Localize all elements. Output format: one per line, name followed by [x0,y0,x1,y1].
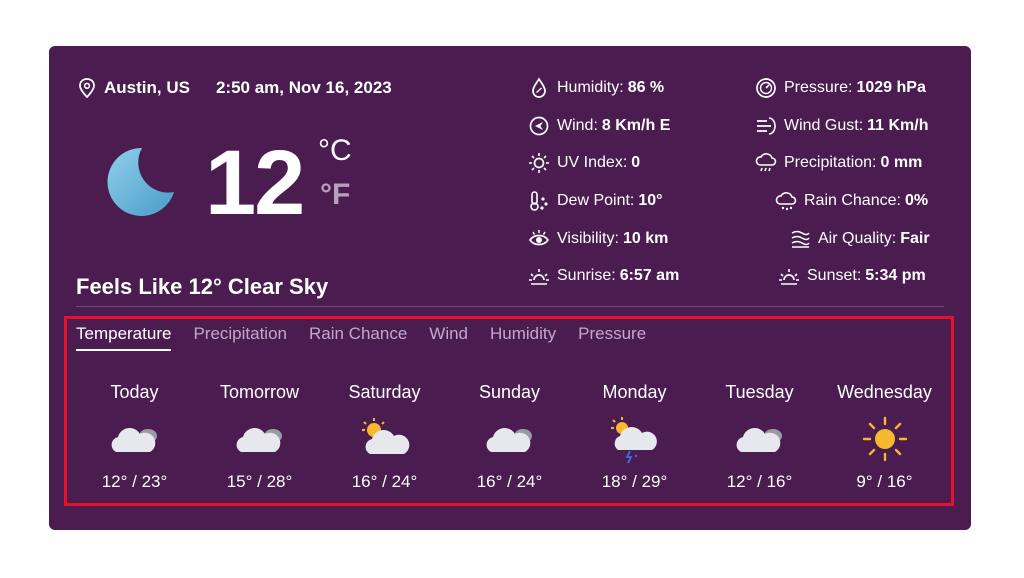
fahrenheit-toggle[interactable]: °F [320,178,350,212]
forecast-day: Tuesday 12° / 16° [697,382,822,492]
forecast-days: Today 12° / 23° Tomorrow 15° / 28° Satur… [72,382,948,492]
sunny-icon [862,416,907,462]
tab-rain-chance[interactable]: Rain Chance [309,324,407,351]
forecast-day: Tomorrow 15° / 28° [197,382,322,492]
tab-pressure[interactable]: Pressure [578,324,646,351]
forecast-day: Today 12° / 23° [72,382,197,492]
stat-label: Pressure: [784,79,853,96]
stat-value: 6:57 am [619,267,680,284]
partly-cloudy-icon [361,418,409,454]
stat-label: Sunset: [807,267,862,284]
date-time: 2:50 am, Nov 16, 2023 [215,78,392,97]
visibility-icon [528,230,550,246]
stat-label: UV Index: [557,154,628,171]
sunset-icon [779,269,799,285]
moon-icon [107,147,174,216]
feels-like-text: Feels Like 12° Clear Sky [76,274,329,299]
stat-label: Visibility: [557,230,619,247]
stat-label: Wind: [557,117,598,134]
air-quality-icon [791,230,810,248]
day-name: Tomorrow [219,382,299,402]
stat-precipitation: Precipitation: 0 mm [755,151,922,175]
location-pin-icon [79,78,95,98]
forecast-day: Sunday 16° / 24° [447,382,572,492]
temp-range: 18° / 29° [601,472,668,491]
stat-wind-gust: Wind Gust: 11 Km/h [755,114,929,138]
day-name: Tuesday [725,382,794,402]
stat-value: 10° [638,192,663,209]
stat-value: 1029 hPa [856,79,926,96]
temp-range: 16° / 24° [351,472,418,491]
forecast-tabs: Temperature Precipitation Rain Chance Wi… [76,324,668,351]
wind-icon [529,116,549,136]
stat-value: 86 % [627,79,665,96]
dew-point-icon [530,191,548,211]
forecast-day: Monday 18° / 29° [572,382,697,492]
day-name: Sunday [478,382,541,402]
stat-wind: Wind: 8 Km/h E [528,114,670,138]
day-name: Wednesday [837,382,932,402]
tab-humidity[interactable]: Humidity [490,324,556,351]
stat-pressure: Pressure: 1029 hPa [755,76,926,100]
stat-humidity: Humidity: 86 % [528,76,664,100]
temp-range: 16° / 24° [476,472,543,491]
stat-value: 11 Km/h [867,117,929,134]
uv-index-icon [529,153,549,173]
tab-wind[interactable]: Wind [429,324,468,351]
pressure-icon [756,78,776,98]
cloudy-icon [111,428,157,452]
stat-label: Wind Gust: [784,117,864,134]
day-name: Monday [602,382,667,402]
tab-temperature[interactable]: Temperature [76,324,172,351]
precipitation-icon [755,153,777,172]
forecast-day: Wednesday 9° / 16° [822,382,947,492]
stat-value: 8 Km/h E [601,117,671,134]
stat-value: 0 [631,154,641,171]
temp-range: 12° / 23° [101,472,168,491]
cloudy-icon [236,428,282,452]
wind-gust-icon [757,117,776,135]
sunrise-icon [529,269,549,285]
stat-sunrise: Sunrise: 6:57 am [528,264,679,288]
day-name: Saturday [348,382,421,402]
day-name: Today [110,382,159,402]
stat-label: Sunrise: [557,267,616,284]
stat-label: Rain Chance: [804,192,901,209]
stat-value: 10 km [622,230,669,247]
celsius-toggle[interactable]: °C [318,134,352,168]
rain-chance-icon [775,192,797,211]
stat-value: Fair [900,230,930,247]
stat-uv-index: UV Index: 0 [528,151,640,175]
current-temperature: 12 [205,132,305,234]
stat-air-quality: Air Quality: Fair [789,227,930,251]
cloudy-icon [486,428,532,452]
stat-sunset: Sunset: 5:34 pm [778,264,926,288]
temp-range: 9° / 16° [856,472,913,491]
location-name: Austin, US [104,78,190,97]
cloudy-icon [736,428,782,452]
thunderstorm-icon [610,417,657,464]
stat-rain-chance: Rain Chance: 0% [775,189,928,213]
temp-range: 12° / 16° [726,472,793,491]
stat-label: Humidity: [557,79,624,96]
stat-value: 0% [904,192,929,209]
stat-label: Air Quality: [818,230,897,247]
tab-precipitation[interactable]: Precipitation [193,324,287,351]
stat-dew-point: Dew Point: 10° [528,189,663,213]
stat-value: 5:34 pm [865,267,926,284]
stat-value: 0 mm [880,154,923,171]
stat-visibility: Visibility: 10 km [528,227,668,251]
forecast-day: Saturday 16° / 24° [322,382,447,492]
stat-label: Dew Point: [557,192,635,209]
temp-range: 15° / 28° [226,472,293,491]
stat-label: Precipitation: [784,154,877,171]
divider [76,306,944,307]
location-bar: Austin, US 2:50 am, Nov 16, 2023 [78,78,392,98]
humidity-icon [532,77,546,98]
